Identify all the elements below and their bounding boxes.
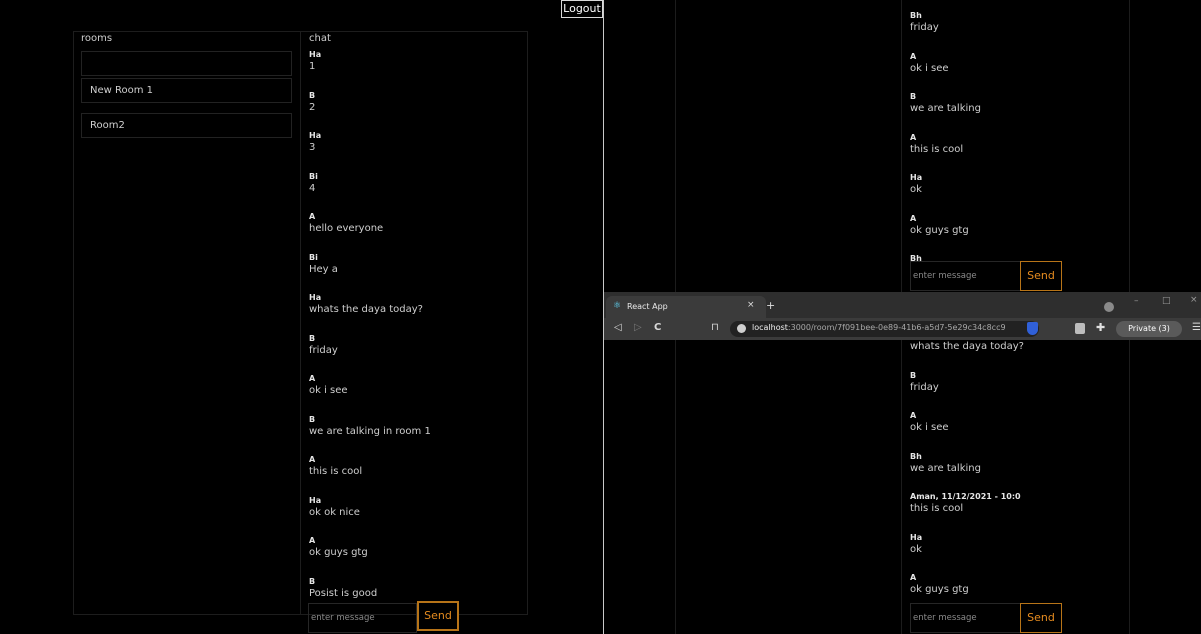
message-text: we are talking in room 1 <box>309 425 431 437</box>
private-badge[interactable]: Private (3) <box>1116 321 1182 337</box>
message-text: ok <box>910 543 922 555</box>
message-sender: A <box>309 374 316 383</box>
tab-close-icon[interactable]: × <box>747 300 755 310</box>
puzzle-icon[interactable]: ✚ <box>1096 321 1105 334</box>
message-text: whats the daya today? <box>309 304 423 315</box>
message-sender: Ha <box>309 50 322 59</box>
message-text: ok guys gtg <box>910 224 969 236</box>
message-text: friday <box>910 381 939 393</box>
left-chat-window: Logout rooms New Room 1 Room2 chat Ha 1 B 2… <box>0 0 603 634</box>
profile-icon[interactable] <box>1104 302 1114 312</box>
chat-title: chat <box>309 33 331 44</box>
message-sender: B <box>910 92 917 101</box>
message-text: friday <box>309 344 338 356</box>
message-text: ok i see <box>910 62 949 74</box>
message-text: Posist is good <box>309 587 378 599</box>
rooms-title: rooms <box>81 33 113 44</box>
chat-panel <box>300 31 528 615</box>
message-text: this is cool <box>309 466 363 477</box>
message-text: this is cool <box>910 503 964 514</box>
panel-border <box>1129 0 1130 292</box>
message-text: ok i see <box>309 385 348 396</box>
close-window-icon[interactable]: × <box>1190 295 1198 305</box>
message-sender: Ha <box>309 495 322 505</box>
message-text: ok ok nice <box>309 506 360 518</box>
room-item-new-room-1[interactable]: New Room 1 <box>81 78 292 103</box>
message-text: ok <box>910 184 922 195</box>
room-item-room2[interactable]: Room2 <box>81 113 292 138</box>
message-text: Hey a <box>309 263 338 275</box>
message-sender: Aman, 11/12/2021 - 10:0 <box>910 492 1021 501</box>
message-text: 3 <box>309 142 316 153</box>
message-sender: A <box>910 213 917 223</box>
panel-border <box>675 340 676 634</box>
message-sender: B <box>309 414 316 424</box>
message-sender: A <box>910 411 917 420</box>
message-sender: B <box>309 576 316 586</box>
message-input[interactable]: enter message <box>910 603 1021 633</box>
message-text: ok guys gtg <box>309 547 368 558</box>
message-sender: Bi <box>309 171 318 181</box>
message-sender: A <box>910 51 917 61</box>
message-sender: A <box>309 455 316 464</box>
maximize-icon[interactable]: □ <box>1162 296 1171 306</box>
menu-icon[interactable]: ☰ <box>1192 322 1201 333</box>
message-input[interactable]: enter message <box>308 603 417 633</box>
message-sender: Ha <box>309 131 322 140</box>
panel-border <box>901 0 902 292</box>
message-text: we are talking <box>910 462 981 474</box>
send-button[interactable]: Send <box>1020 603 1062 633</box>
message-text: whats the daya today? <box>910 341 1024 352</box>
message-sender: A <box>910 573 917 582</box>
message-sender: Ha <box>910 173 923 182</box>
message-sender: A <box>910 132 917 142</box>
message-text: 2 <box>309 101 316 113</box>
panel-border <box>1129 340 1130 634</box>
message-input[interactable]: enter message <box>910 261 1021 291</box>
message-sender: Bh <box>910 11 922 20</box>
message-text: 4 <box>309 182 316 194</box>
message-text: 1 <box>309 61 316 72</box>
tab-title: React App <box>627 302 668 311</box>
message-sender: A <box>309 212 316 221</box>
bookmark-icon[interactable]: ⊓ <box>711 322 719 333</box>
message-text: hello everyone <box>309 223 384 234</box>
message-text: ok i see <box>910 422 949 433</box>
back-icon[interactable]: ◁ <box>614 322 622 333</box>
new-tab-icon[interactable]: + <box>766 299 775 312</box>
room-item[interactable] <box>81 51 292 76</box>
panel-border <box>901 340 902 634</box>
forward-icon[interactable]: ▷ <box>634 322 642 333</box>
message-text: ok guys gtg <box>910 584 969 595</box>
message-sender: Ha <box>309 293 322 302</box>
message-sender: B <box>309 90 316 100</box>
logout-button[interactable]: Logout <box>561 0 603 18</box>
panel-border <box>675 0 676 292</box>
message-text: we are talking <box>910 103 981 114</box>
message-text: friday <box>910 22 939 33</box>
react-icon: ⚛ <box>613 301 622 311</box>
extension-icon[interactable] <box>1075 323 1085 334</box>
send-button[interactable]: Send <box>1020 261 1062 291</box>
message-sender: B <box>309 333 316 343</box>
shield-icon[interactable] <box>1027 322 1038 335</box>
info-icon[interactable] <box>737 324 746 333</box>
message-sender: Ha <box>910 532 923 542</box>
reload-icon[interactable]: C <box>654 322 661 333</box>
message-sender: Bi <box>309 252 318 262</box>
message-sender: B <box>910 370 917 380</box>
message-text: this is cool <box>910 143 964 155</box>
message-sender: A <box>309 536 316 545</box>
minimize-icon[interactable]: – <box>1134 296 1139 306</box>
url-text: localhost:3000/room/7f091bee-0e89-41b6-a… <box>752 323 1006 332</box>
message-sender: Bh <box>910 451 922 461</box>
send-button[interactable]: Send <box>417 601 459 631</box>
